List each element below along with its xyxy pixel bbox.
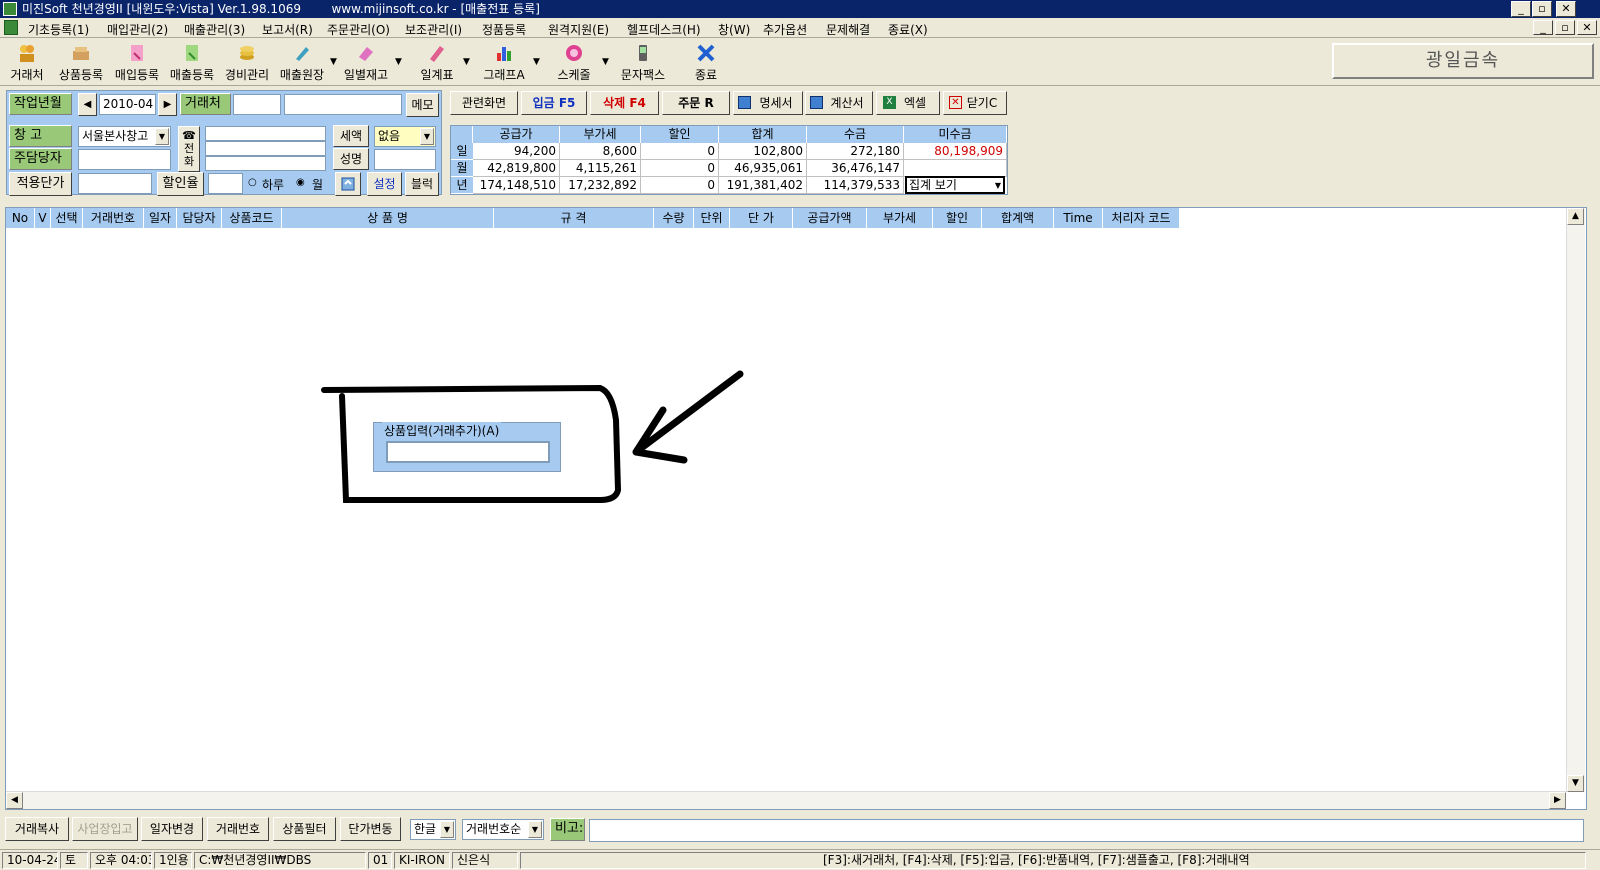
copy-transaction-button[interactable]: 거래복사: [5, 817, 69, 841]
product-filter-button[interactable]: 상품필터: [273, 817, 336, 841]
status-company-id: KI-IRON: [394, 852, 450, 869]
annotation-overlay: [321, 370, 744, 503]
annotation-arrow: [632, 370, 744, 464]
status-date: 10-04-24: [2, 852, 58, 869]
sort-select[interactable]: 거래번호순 ▼: [462, 819, 544, 840]
status-time: 오후 04:03: [90, 852, 152, 869]
status-bar: 10-04-24 토 오후 04:03 1인용 C:₩천년경영II₩DBS 01…: [0, 849, 1600, 870]
note-label: 비고:: [550, 818, 585, 841]
branch-stock-button[interactable]: 사업장입고: [72, 817, 138, 841]
status-db-path: C:₩천년경영II₩DBS: [194, 852, 366, 869]
language-dropdown-icon[interactable]: ▼: [440, 821, 454, 838]
status-code: 01: [368, 852, 392, 869]
status-license: 1인용: [154, 852, 192, 869]
price-change-button[interactable]: 단가변동: [340, 817, 401, 841]
change-date-button[interactable]: 일자변경: [141, 817, 203, 841]
sort-dropdown-icon[interactable]: ▼: [528, 821, 542, 838]
note-input[interactable]: [589, 819, 1584, 842]
transaction-number-button[interactable]: 거래번호: [207, 817, 269, 841]
status-weekday: 토: [60, 852, 88, 869]
status-user: 신은식: [452, 852, 518, 869]
bottom-bar: 거래복사 사업장입고 일자변경 거래번호 상품필터 단가변동 한글 ▼ 거래번호…: [0, 814, 1600, 846]
language-select[interactable]: 한글 ▼: [410, 819, 456, 840]
annotation-box: [321, 384, 622, 503]
status-shortcuts: [F3]:새거래처, [F4]:삭제, [F5]:입금, [F6]:반품내역, …: [520, 852, 1586, 869]
